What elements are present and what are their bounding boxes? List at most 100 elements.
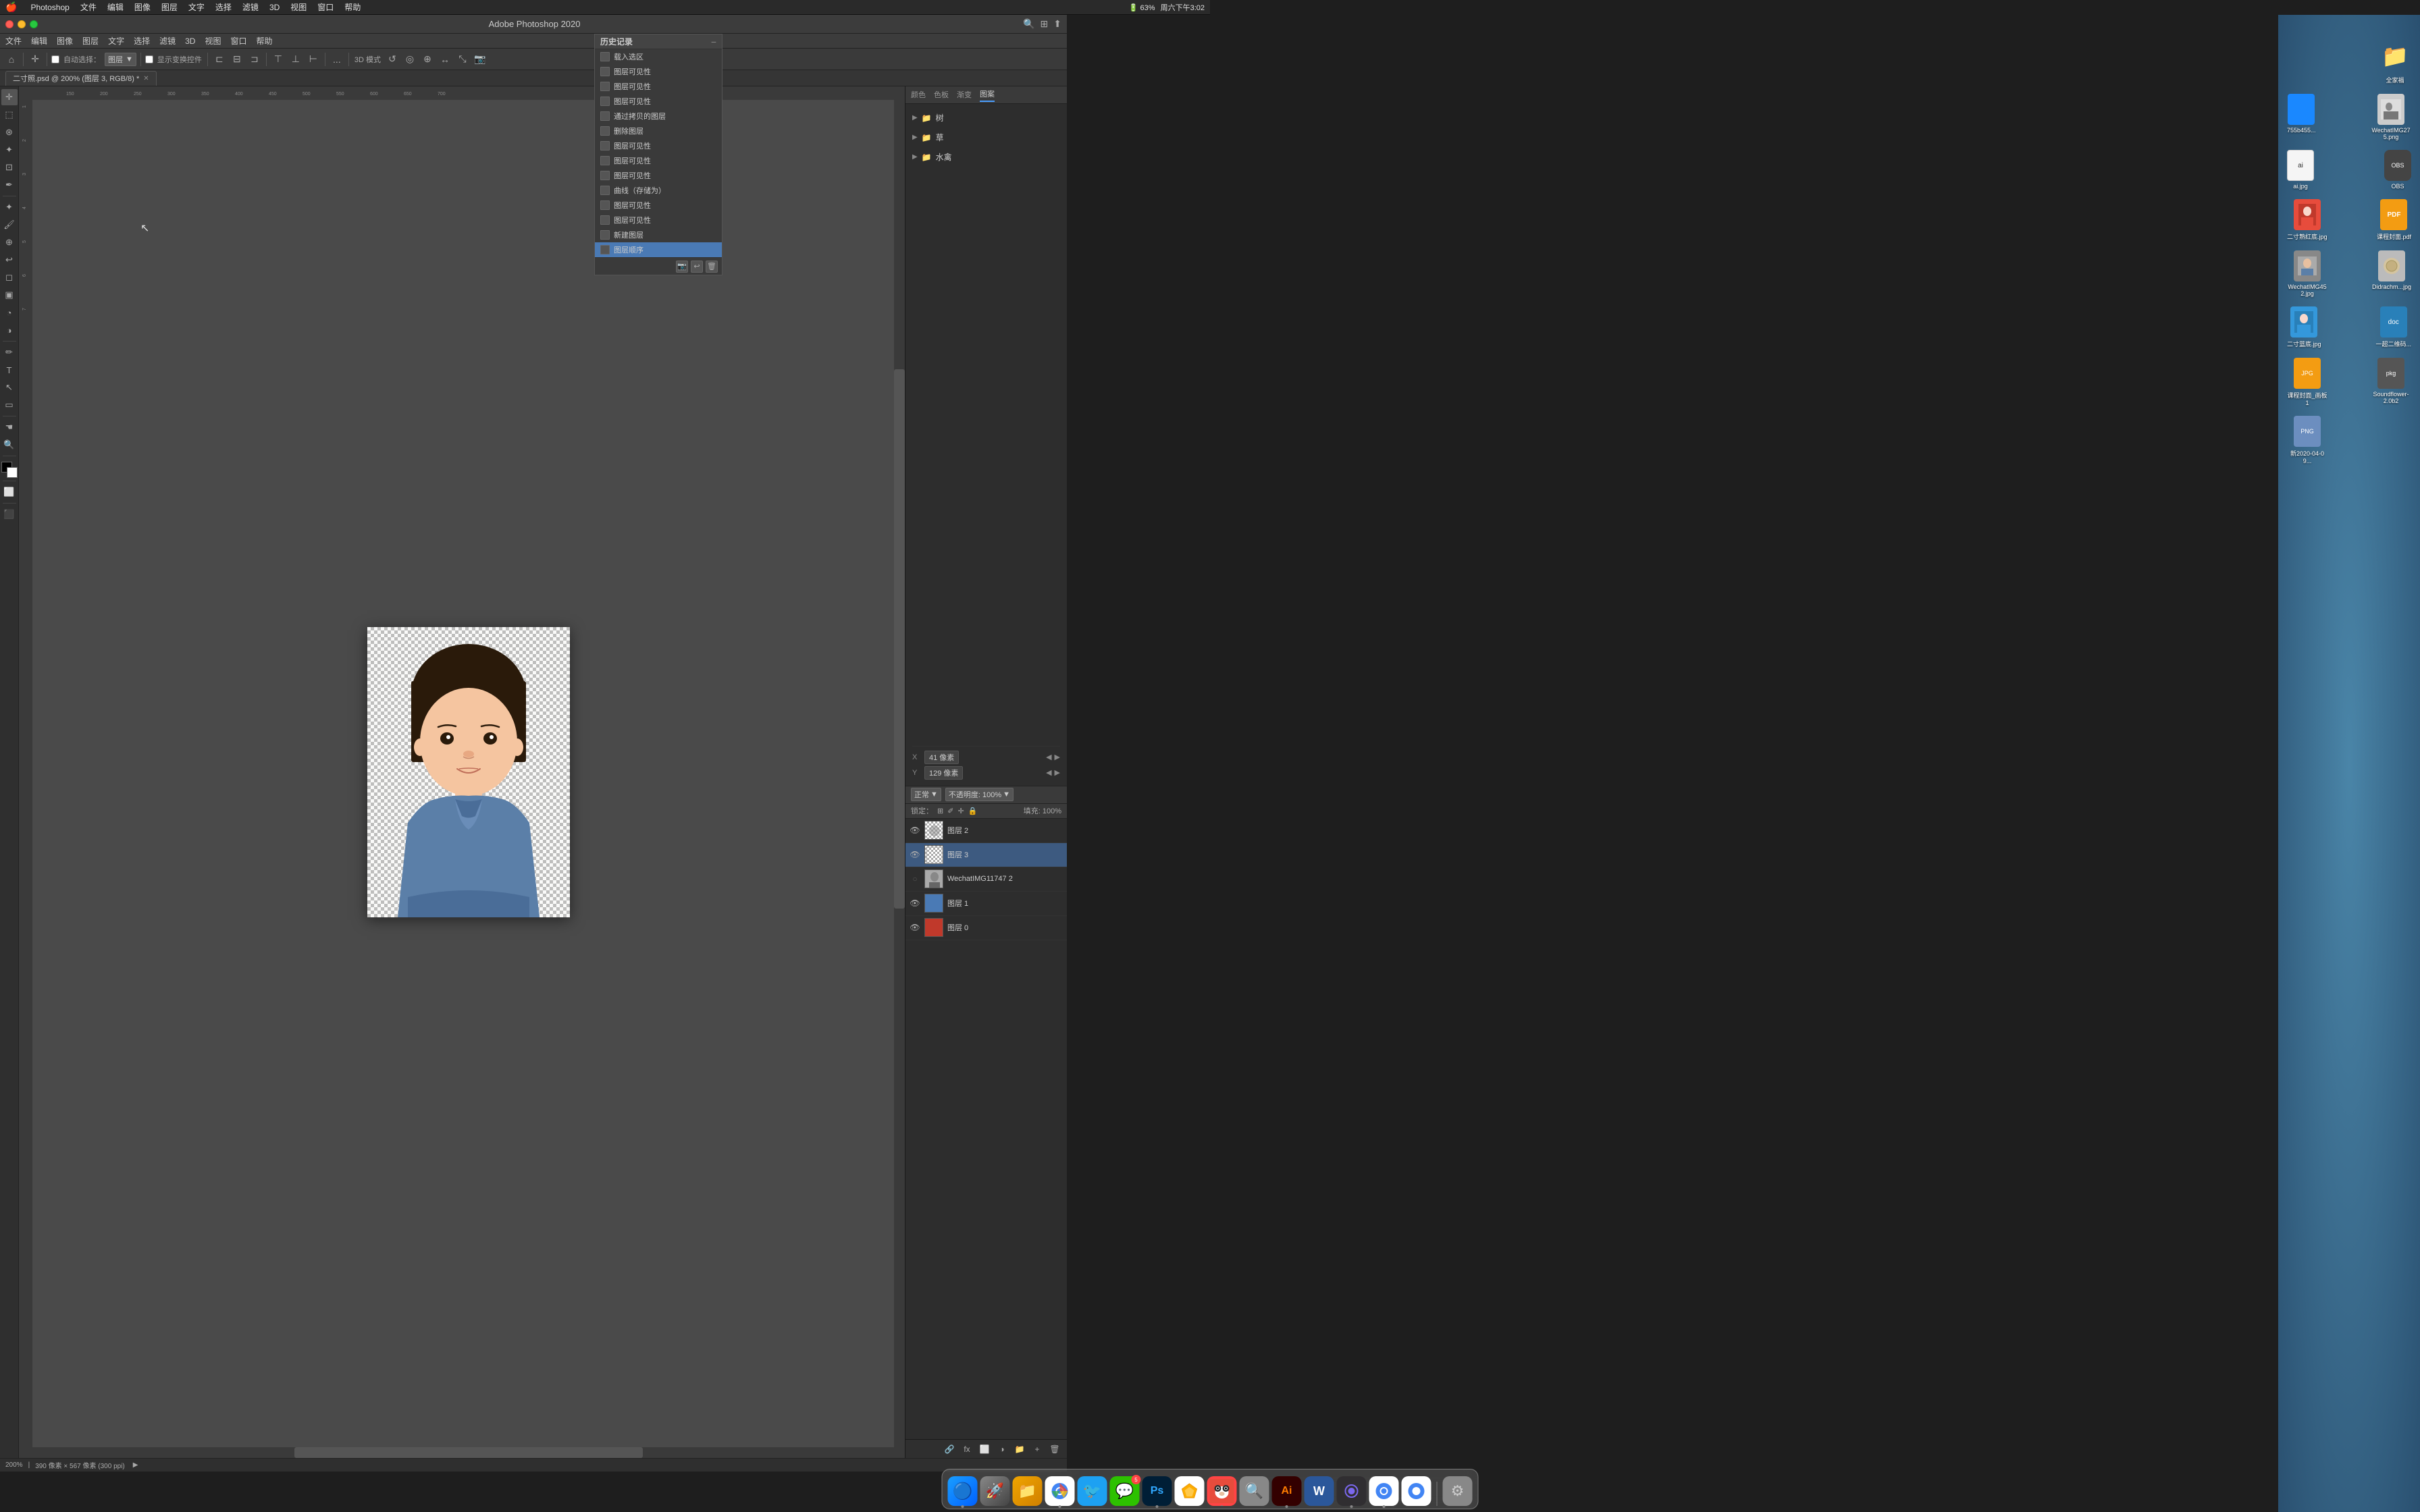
layer-item-2[interactable]: 👁 图层 2 [905, 819, 1067, 843]
orbit-btn[interactable]: ◎ [402, 52, 417, 67]
tab-close-btn[interactable]: ✕ [143, 75, 149, 82]
dock-sketch[interactable] [1175, 1476, 1205, 1506]
ps-canvas-area[interactable]: 1 2 3 4 5 6 7 150 200 250 300 350 400 [19, 86, 905, 1458]
info-btn[interactable]: ▶ [133, 1461, 138, 1469]
history-item-6[interactable]: 图层可见性 [595, 138, 722, 153]
pan-btn[interactable]: ⊕ [420, 52, 435, 67]
desktop-file-docx[interactable]: doc 一超二维码... [2373, 304, 2413, 350]
opacity-control[interactable]: 不透明度: 100% ▼ [945, 788, 1014, 801]
history-item-13[interactable]: 图层顺序 [595, 242, 722, 257]
dock-wechat[interactable]: 💬 5 [1110, 1476, 1140, 1506]
pattern-group-grass[interactable]: ▶ 📁 草 [911, 129, 1061, 146]
dodge-tool[interactable]: ◑ [1, 322, 18, 338]
ps-menu-filter[interactable]: 滤镜 [159, 35, 176, 47]
dock-browser1[interactable] [1369, 1476, 1399, 1506]
dock-browser2[interactable] [1402, 1476, 1431, 1506]
lock-artboard-icon[interactable]: ✛ [957, 807, 964, 815]
marquee-tool[interactable]: ⬚ [1, 107, 18, 123]
menu-text[interactable]: 文字 [188, 1, 205, 13]
tab-swatches[interactable]: 色板 [934, 89, 949, 101]
history-item-11[interactable]: 图层可见性 [595, 213, 722, 227]
align-mid-btn[interactable]: ⊥ [288, 52, 303, 67]
window-icon[interactable]: ⊞ [1041, 18, 1049, 30]
history-item-7[interactable]: 图层可见性 [595, 153, 722, 168]
desktop-folder[interactable]: 📁 全家福 [2378, 36, 2412, 86]
history-item-5[interactable]: 删除图层 [595, 124, 722, 138]
menu-image[interactable]: 图像 [134, 1, 151, 13]
history-item-4[interactable]: 通过拷贝的图层 [595, 109, 722, 124]
close-button[interactable] [5, 20, 14, 28]
history-item-0[interactable]: 载入选区 [595, 49, 722, 64]
ps-menu-help[interactable]: 帮助 [256, 35, 272, 47]
fill-control[interactable]: 填充: 100% [1024, 805, 1061, 816]
x-up-arrow[interactable]: ◀ [1046, 753, 1051, 761]
menu-view[interactable]: 视图 [290, 1, 307, 13]
menu-file[interactable]: 文件 [80, 1, 97, 13]
dock-word[interactable]: W [1305, 1476, 1334, 1506]
layer-visibility-0[interactable]: 👁 [910, 922, 920, 933]
home-button[interactable]: ⌂ [4, 52, 19, 67]
zoom-tool[interactable]: 🔍 [1, 437, 18, 453]
restore-state-btn[interactable]: ↩ [691, 261, 703, 273]
crop-tool[interactable]: ⊡ [1, 159, 18, 176]
camera-btn[interactable]: 📷 [473, 52, 488, 67]
menu-filter[interactable]: 滤镜 [242, 1, 259, 13]
layer-item-1[interactable]: 👁 图层 1 [905, 892, 1067, 916]
search-icon[interactable]: 🔍 [1023, 18, 1034, 30]
ps-menu-view[interactable]: 视图 [205, 35, 221, 47]
ps-menu-layer[interactable]: 图层 [82, 35, 99, 47]
color-swatch[interactable] [1, 462, 18, 478]
clone-stamp-tool[interactable]: ⊕ [1, 234, 18, 250]
desktop-file-wechat275[interactable]: WechatIMG275.png [2369, 92, 2413, 142]
desktop-file-screenshot[interactable]: PNG 新2020-04-09... [2285, 414, 2330, 466]
quick-mask-tool[interactable]: ⬜ [1, 484, 18, 500]
desktop-file-wechat452[interactable]: WechatIMG452.jpg [2285, 248, 2330, 299]
add-style-btn[interactable]: fx [960, 1442, 974, 1456]
tab-gradients[interactable]: 渐变 [957, 89, 972, 101]
tab-patterns[interactable]: 图案 [980, 88, 995, 102]
dock-files[interactable]: 📁 [1013, 1476, 1043, 1506]
tab-color[interactable]: 颜色 [911, 89, 926, 101]
y-down-arrow[interactable]: ▶ [1055, 768, 1060, 777]
menu-window[interactable]: 窗口 [317, 1, 334, 13]
pattern-group-waterfowl[interactable]: ▶ 📁 水禽 [911, 148, 1061, 165]
desktop-file-bluebg[interactable]: 二寸蓝底.jpg [2285, 304, 2323, 350]
desktop-file-ai[interactable]: ai ai.jpg [2285, 148, 2316, 192]
hand-tool[interactable]: ☚ [1, 419, 18, 435]
align-bottom-btn[interactable]: ⊢ [306, 52, 321, 67]
auto-select-dropdown[interactable]: 图层 ▼ [105, 53, 136, 66]
more-options-btn[interactable]: ... [330, 52, 344, 67]
ps-menu-3d[interactable]: 3D [185, 36, 195, 46]
apple-menu[interactable]: 🍎 [5, 1, 17, 13]
new-layer-btn[interactable]: + [1030, 1442, 1044, 1456]
new-fill-layer-btn[interactable]: ◑ [995, 1442, 1009, 1456]
lock-all-icon[interactable]: 🔒 [968, 807, 978, 815]
horizontal-scrollbar[interactable] [32, 1447, 905, 1458]
history-item-1[interactable]: 图层可见性 [595, 64, 722, 79]
ps-menu-edit[interactable]: 编辑 [31, 35, 47, 47]
ps-menu-select[interactable]: 选择 [134, 35, 150, 47]
ps-menu-file[interactable]: 文件 [5, 35, 22, 47]
layer-visibility-1[interactable]: 👁 [910, 898, 920, 909]
dock-finder[interactable]: 🔵 [948, 1476, 978, 1506]
pattern-group-trees[interactable]: ▶ 📁 树 [911, 109, 1061, 126]
menu-help[interactable]: 帮助 [344, 1, 361, 13]
ps-menu-text[interactable]: 文字 [108, 35, 124, 47]
dock-obs[interactable] [1337, 1476, 1367, 1506]
heal-tool[interactable]: ✦ [1, 199, 18, 215]
x-down-arrow[interactable]: ▶ [1055, 753, 1060, 761]
lasso-tool[interactable]: ⊛ [1, 124, 18, 140]
delete-state-btn[interactable]: 🗑 [706, 261, 718, 273]
ps-menu-image[interactable]: 图像 [57, 35, 73, 47]
dock-illustrator[interactable]: Ai [1272, 1476, 1302, 1506]
type-tool[interactable]: T [1, 362, 18, 378]
screen-mode-btn[interactable]: ⬛ [1, 506, 18, 522]
history-panel-close[interactable]: − [711, 36, 716, 47]
dock-chrome[interactable] [1045, 1476, 1075, 1506]
history-item-9[interactable]: 曲线（存储为） [595, 183, 722, 198]
dock-panda[interactable] [1207, 1476, 1237, 1506]
layer-item-wechat[interactable]: ○ WechatIMG11747 2 [905, 867, 1067, 892]
desktop-file-redbg[interactable]: 二寸熟红底.jpg [2285, 197, 2330, 243]
minimize-button[interactable] [18, 20, 26, 28]
window-controls[interactable] [5, 20, 38, 28]
